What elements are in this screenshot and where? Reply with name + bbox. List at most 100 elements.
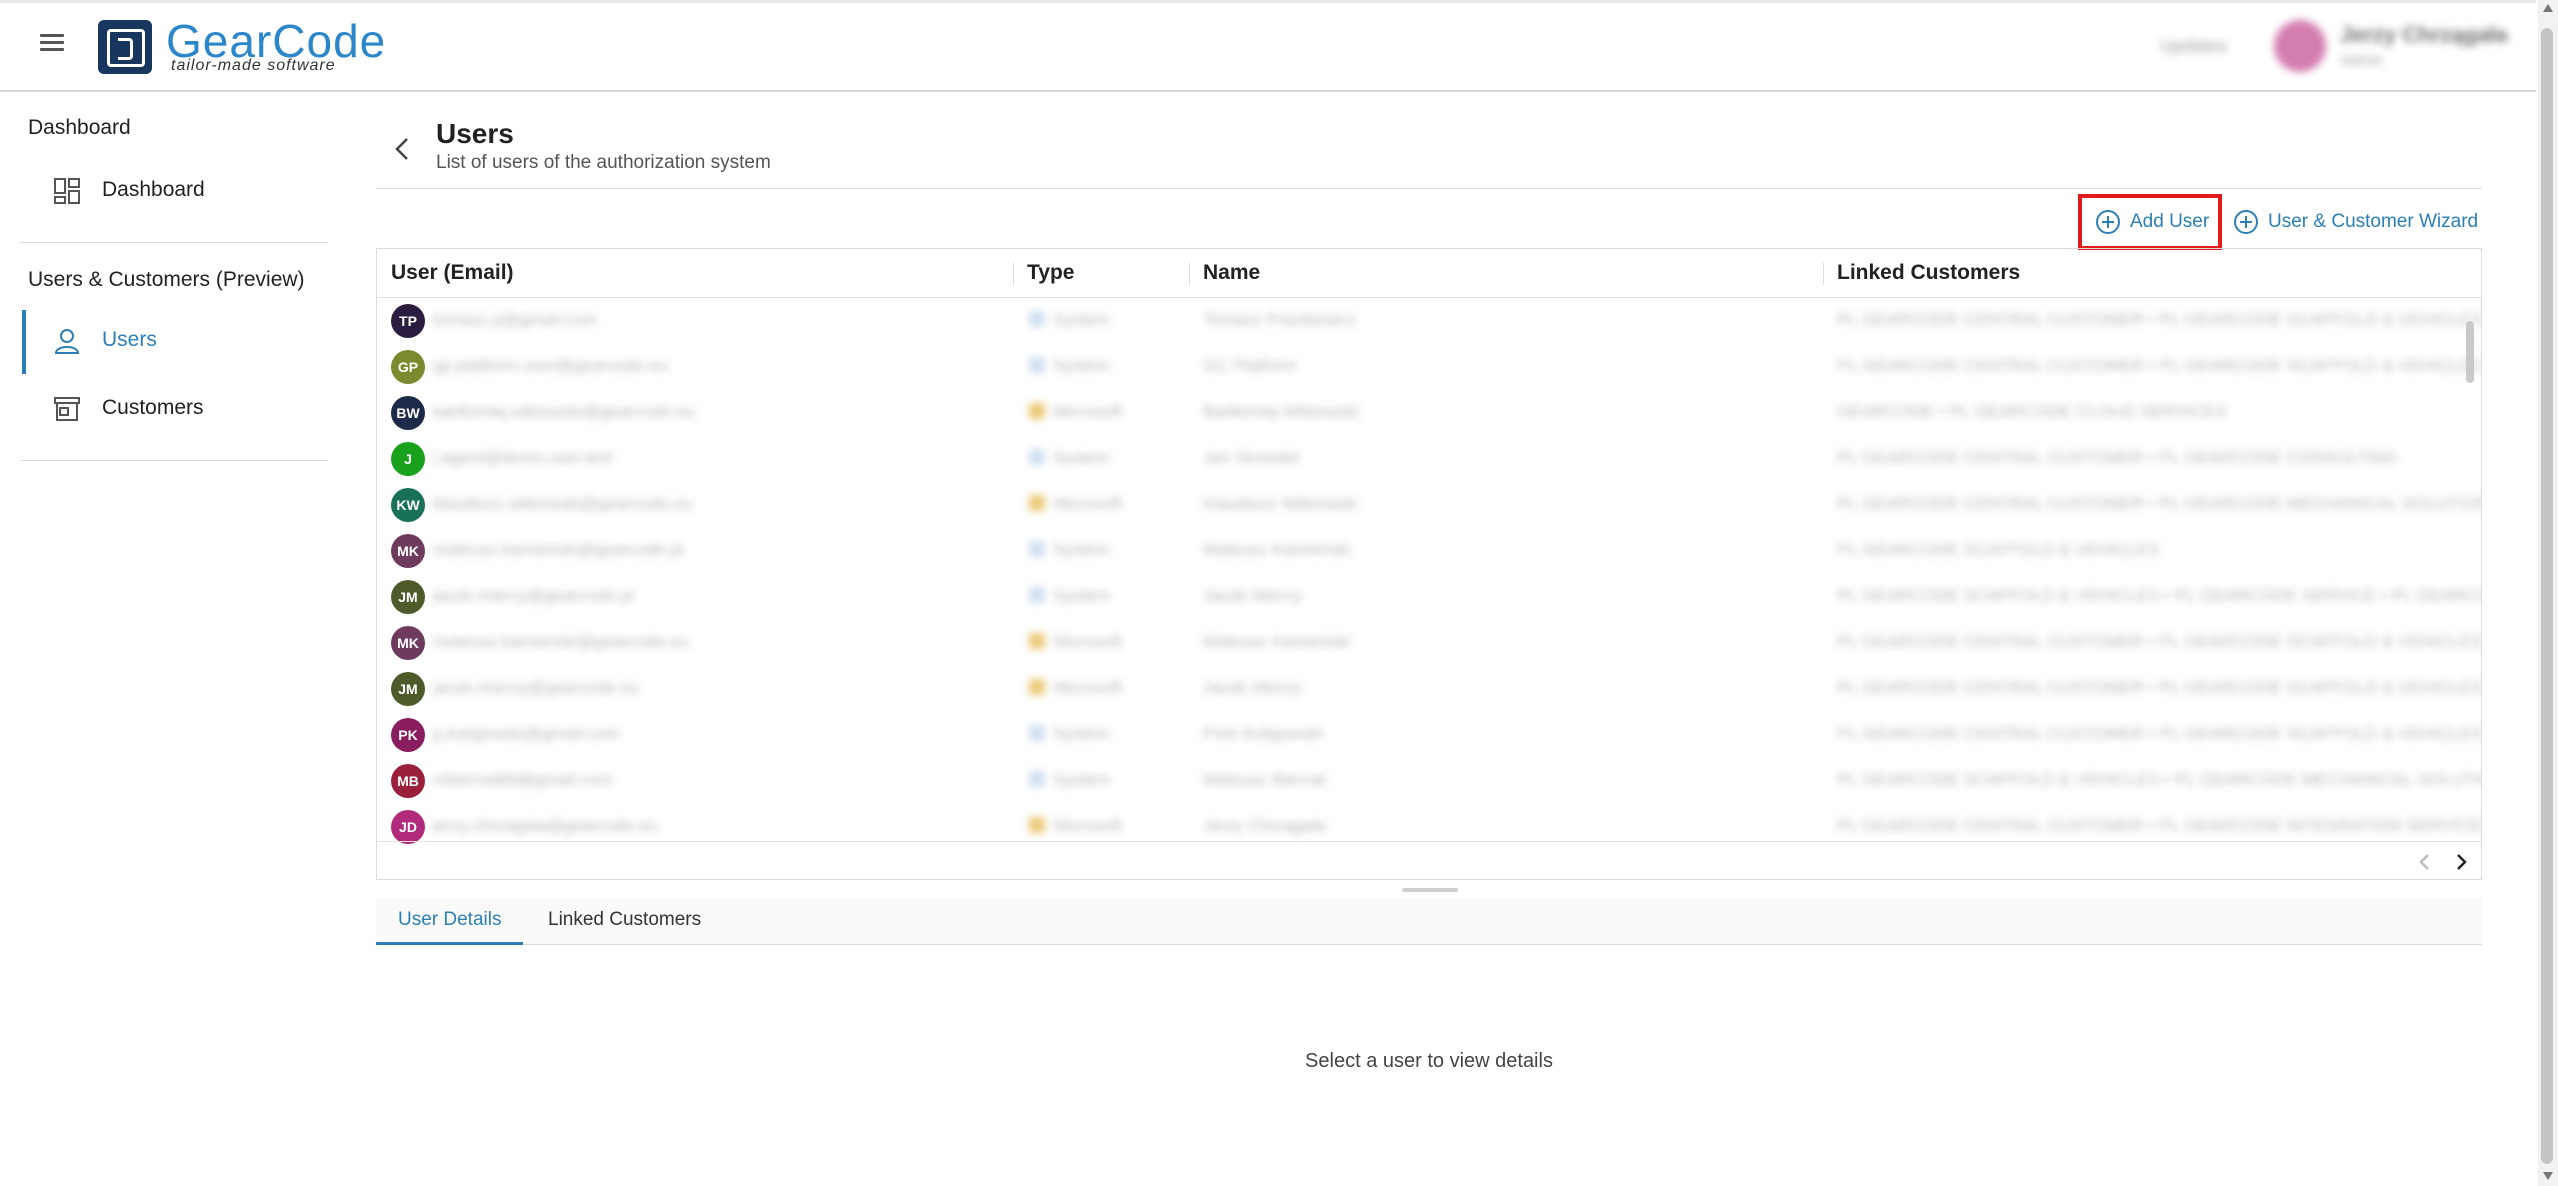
type-cell: System — [1053, 448, 1110, 467]
header-divider — [376, 188, 2482, 189]
table-row[interactable]: MK mateusz.kamienski@gearcode.pl System … — [377, 527, 2481, 573]
sidebar-item-dashboard[interactable]: Dashboard — [22, 160, 328, 224]
page-subtitle: List of users of the authorization syste… — [436, 152, 771, 173]
gearcode-logo-icon — [98, 20, 152, 74]
column-header-email[interactable]: User (Email) — [391, 261, 514, 285]
scroll-down-icon[interactable] — [2543, 1172, 2553, 1180]
sidebar-section-users-customers: Users & Customers (Preview) — [28, 268, 305, 291]
sidebar-divider — [20, 460, 328, 461]
column-header-linked-customers[interactable]: Linked Customers — [1837, 261, 2020, 285]
name-cell: Jacek Mierzy — [1203, 678, 1303, 697]
table-row[interactable]: MB mbiernat89@gmail.com System Mateusz B… — [377, 757, 2481, 803]
user-customer-wizard-button[interactable]: User & Customer Wizard — [2228, 194, 2484, 250]
table-row[interactable]: MK mateusz.kamienski@gearcode.eu Microso… — [377, 619, 2481, 665]
sidebar-item-label: Customers — [102, 396, 204, 419]
user-avatar[interactable] — [2274, 20, 2326, 72]
email-cell: mbiernat89@gmail.com — [433, 770, 613, 789]
column-separator[interactable] — [1823, 263, 1824, 285]
name-cell: Mateusz Biernat — [1203, 770, 1326, 789]
type-cell: System — [1053, 724, 1110, 743]
panel-resize-handle[interactable] — [1402, 888, 1458, 892]
avatar: JD — [391, 810, 425, 844]
empty-state-message: Select a user to view details — [1305, 1050, 1553, 1072]
avatar: JM — [391, 672, 425, 706]
back-arrow-icon[interactable] — [390, 136, 416, 162]
table-row[interactable]: GP gp.platform.user@gearcode.eu System G… — [377, 343, 2481, 389]
previous-page-icon[interactable] — [2413, 850, 2437, 874]
avatar: JM — [391, 580, 425, 614]
linked-customers-cell: PL GEARCODE CENTRAL CUSTOMER • PL GEARCO… — [1837, 310, 2482, 329]
email-cell: gp.platform.user@gearcode.eu — [433, 356, 668, 375]
type-cell: System — [1053, 586, 1110, 605]
account-type-icon — [1029, 449, 1045, 465]
user-name[interactable]: Jerzy Chrzągała — [2340, 22, 2508, 48]
email-cell: jacek.mierzy@gearcode.pl — [433, 586, 634, 605]
name-cell: Jacek Mierzy — [1203, 586, 1303, 605]
sidebar-section-dashboard: Dashboard — [28, 116, 131, 139]
email-cell: jerzy.chrzagala@gearcode.eu — [433, 816, 658, 835]
avatar: PK — [391, 718, 425, 752]
name-cell: Tomasz Prazkiewicz — [1203, 310, 1357, 329]
avatar: KW — [391, 488, 425, 522]
page-scrollbar[interactable] — [2538, 0, 2558, 1186]
name-cell: Mateusz Kamieński — [1203, 632, 1351, 651]
type-cell: System — [1053, 356, 1110, 375]
header-link[interactable]: Updates — [2160, 36, 2227, 57]
store-icon — [54, 397, 80, 421]
column-separator[interactable] — [1013, 263, 1014, 285]
name-cell: GC Platform — [1203, 356, 1297, 375]
type-cell: Microsoft — [1053, 816, 1122, 835]
table-row[interactable]: J j.agent@demo.user.test System Jan Stro… — [377, 435, 2481, 481]
person-icon — [54, 329, 80, 354]
next-page-icon[interactable] — [2449, 850, 2473, 874]
table-row[interactable]: TP tomasz.p@gmail.com System Tomasz Praz… — [377, 297, 2481, 343]
sidebar-item-users[interactable]: Users — [22, 310, 328, 374]
email-cell: bartlomiej.wiktowski@gearcode.eu — [433, 402, 695, 421]
type-cell: Microsoft — [1053, 632, 1122, 651]
account-type-icon — [1029, 771, 1045, 787]
table-row[interactable]: JM jacek.mierzy@gearcode.eu Microsoft Ja… — [377, 665, 2481, 711]
avatar: TP — [391, 304, 425, 338]
sidebar-item-customers[interactable]: Customers — [22, 378, 328, 442]
wizard-label: User & Customer Wizard — [2268, 211, 2479, 232]
page-scrollbar-thumb[interactable] — [2541, 28, 2553, 1164]
type-cell: System — [1053, 540, 1110, 559]
avatar: MK — [391, 626, 425, 660]
add-user-button[interactable]: Add User — [2078, 194, 2222, 250]
avatar: J — [391, 442, 425, 476]
name-cell: Bartłomiej Wiktowski — [1203, 402, 1359, 421]
table-row[interactable]: BW bartlomiej.wiktowski@gearcode.eu Micr… — [377, 389, 2481, 435]
linked-customers-cell: PL GEARCODE CENTRAL CUSTOMER • PL GEARCO… — [1837, 632, 2482, 651]
column-header-type[interactable]: Type — [1027, 261, 1074, 285]
column-separator[interactable] — [1189, 263, 1190, 285]
add-circle-icon — [2096, 210, 2120, 234]
hamburger-menu-icon[interactable] — [40, 34, 64, 54]
linked-customers-cell: GEARCODE • PL GEARCODE CLOUD SERVICES — [1837, 402, 2227, 421]
account-type-icon — [1029, 311, 1045, 327]
name-cell: Piotr Kuligowski — [1203, 724, 1323, 743]
top-bar: GearCode tailor-made software Updates Je… — [0, 0, 2536, 92]
table-row[interactable]: KW klaudiusz.wiktowski@gearcode.eu Micro… — [377, 481, 2481, 527]
scroll-up-icon[interactable] — [2543, 4, 2553, 12]
tab-linked-customers[interactable]: Linked Customers — [526, 898, 723, 942]
account-type-icon — [1029, 541, 1045, 557]
email-cell: tomasz.p@gmail.com — [433, 310, 597, 329]
table-row[interactable]: PK p.kuligowski@gmail.com System Piotr K… — [377, 711, 2481, 757]
column-header-name[interactable]: Name — [1203, 261, 1260, 285]
linked-customers-cell: PL GEARCODE SCAFFOLD & VEHICLES • PL GEA… — [1837, 770, 2482, 789]
table-scrollbar-thumb[interactable] — [2466, 321, 2474, 383]
name-cell: Klaudiusz Wiktowski — [1203, 494, 1357, 513]
tab-user-details[interactable]: User Details — [376, 898, 524, 945]
table-scrollbar[interactable] — [2465, 299, 2475, 829]
avatar: BW — [391, 396, 425, 430]
table-row[interactable]: JM jacek.mierzy@gearcode.pl System Jacek… — [377, 573, 2481, 619]
table-footer — [377, 841, 2481, 879]
linked-customers-cell: PL GEARCODE CENTRAL CUSTOMER • PL GEARCO… — [1837, 494, 2482, 513]
user-role: Admin — [2340, 52, 2383, 69]
email-cell: klaudiusz.wiktowski@gearcode.eu — [433, 494, 693, 513]
avatar: MK — [391, 534, 425, 568]
linked-customers-cell: PL GEARCODE CENTRAL CUSTOMER • PL GEARCO… — [1837, 724, 2482, 743]
sidebar-item-label: Users — [102, 328, 157, 351]
account-type-icon — [1029, 357, 1045, 373]
account-type-icon — [1029, 817, 1045, 833]
